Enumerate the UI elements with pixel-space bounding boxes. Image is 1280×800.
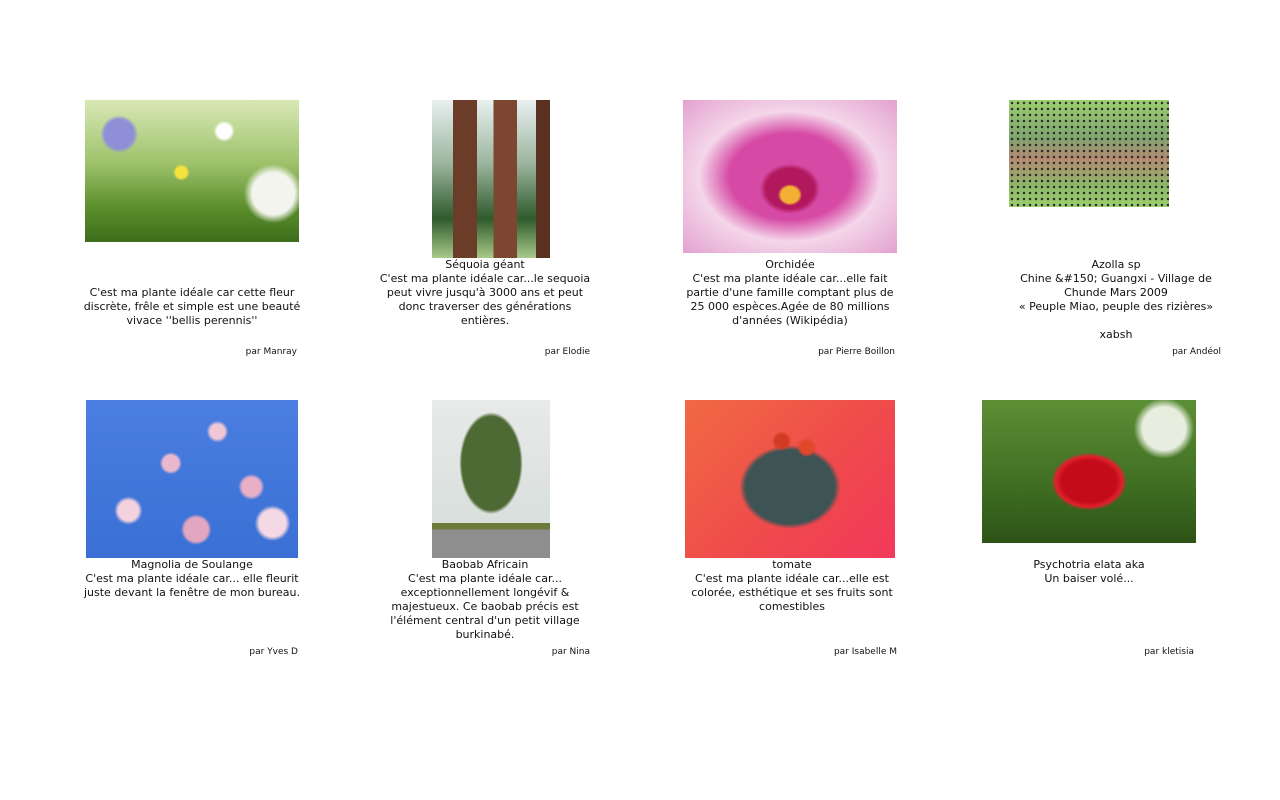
card-author[interactable]: par Elodie bbox=[490, 346, 590, 358]
daisy-photo[interactable] bbox=[85, 100, 299, 242]
card-author[interactable]: par Andéol bbox=[1120, 346, 1221, 358]
card-author[interactable]: par Isabelle M bbox=[790, 646, 897, 658]
card-caption: Séquoia géant C'est ma plante idéale car… bbox=[379, 258, 591, 327]
card-author[interactable]: par Pierre Boillon bbox=[780, 346, 895, 358]
tomato-photo[interactable] bbox=[685, 400, 895, 558]
card-caption: Magnolia de Soulange C'est ma plante idé… bbox=[83, 558, 301, 599]
magnolia-photo[interactable] bbox=[86, 400, 298, 558]
card-caption: Psychotria elata aka Un baiser volé... bbox=[1033, 558, 1145, 585]
card-caption: Azolla sp Chine &#150; Guangxi - Village… bbox=[1018, 258, 1214, 341]
baobab-photo[interactable] bbox=[432, 400, 550, 558]
card-caption: C'est ma plante idéale car cette fleur d… bbox=[83, 286, 301, 327]
lips-plant-photo[interactable] bbox=[982, 400, 1196, 543]
card-author[interactable]: par Yves D bbox=[200, 646, 298, 658]
card-author[interactable]: par Nina bbox=[490, 646, 590, 658]
card-author[interactable]: par Manray bbox=[200, 346, 297, 358]
card-author[interactable]: par kletisia bbox=[1100, 646, 1194, 658]
sequoia-photo[interactable] bbox=[432, 100, 550, 258]
orchid-photo[interactable] bbox=[683, 100, 897, 253]
card-caption: tomate C'est ma plante idéale car...elle… bbox=[691, 558, 893, 613]
azolla-photo[interactable] bbox=[1009, 100, 1169, 207]
card-caption: Orchidée C'est ma plante idéale car...el… bbox=[686, 258, 894, 327]
card-caption: Baobab Africain C'est ma plante idéale c… bbox=[390, 558, 580, 641]
